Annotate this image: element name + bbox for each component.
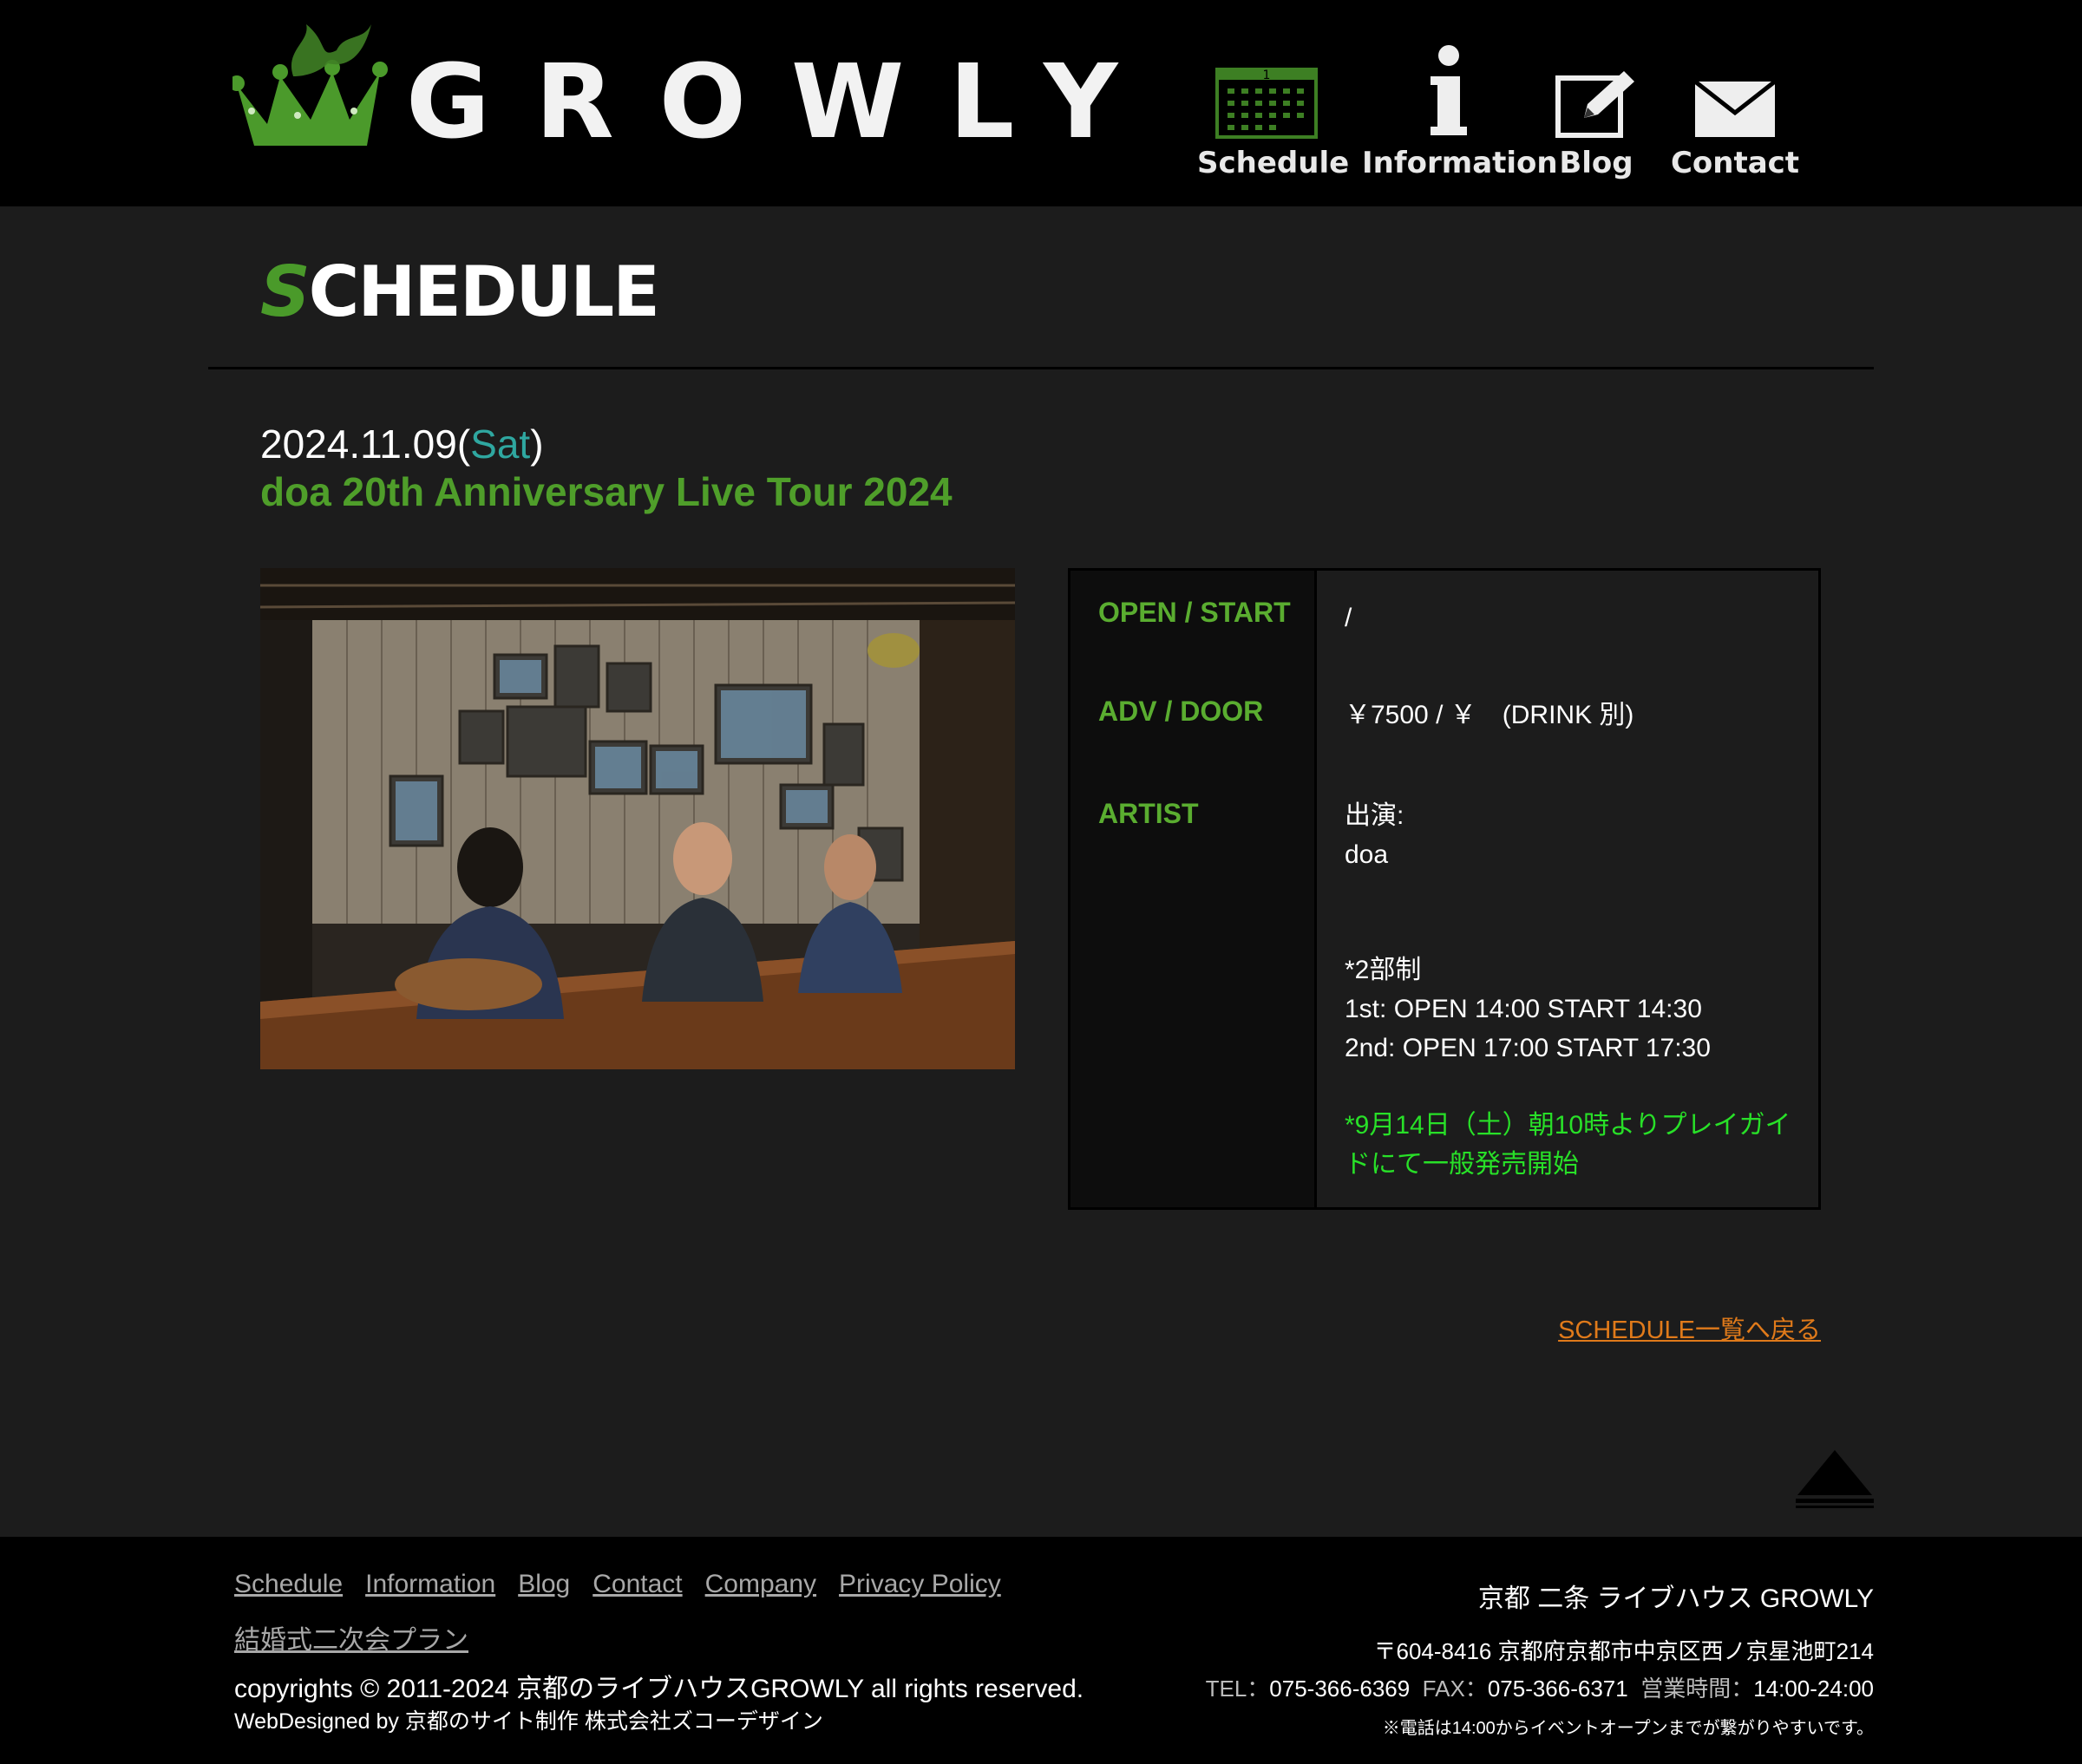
mail-icon: [1670, 35, 1800, 139]
page-title-initial: S: [260, 252, 311, 332]
artist-value: 出演: doa *2部制 1st: OPEN 14:00 START 14:30…: [1317, 768, 1818, 1207]
nav-information-label: Information: [1362, 146, 1558, 180]
ticket-notice-line: *9月14日（土）朝10時よりプレイガイ: [1345, 1111, 1791, 1140]
date-paren-close: ): [530, 421, 544, 467]
page-title: SCHEDULE: [260, 252, 660, 332]
copyright: copyrights © 2011-2024 京都のライブハウスGROWLY a…: [234, 1675, 1084, 1703]
nav-contact-label: Contact: [1670, 146, 1800, 180]
triangle-up-icon: [1796, 1450, 1874, 1508]
pencil-icon: [1544, 35, 1648, 139]
info-row-artist: ARTIST 出演: doa *2部制 1st: OPEN 14:00 STAR…: [1070, 768, 1818, 1207]
site-header: GROWLY 1 Schedule Information Blog Conta…: [0, 0, 2082, 206]
date-paren-open: (: [456, 421, 471, 467]
main-nav: 1 Schedule Information Blog Contact: [1197, 35, 1804, 182]
event-photo: [260, 568, 1015, 1069]
footer-link-privacy[interactable]: Privacy Policy: [839, 1570, 1001, 1598]
nav-contact[interactable]: Contact: [1670, 35, 1800, 180]
tel-label: TEL：: [1205, 1676, 1270, 1702]
schedule-line: 1st: OPEN 14:00 START 14:30: [1345, 995, 1702, 1023]
site-logo[interactable]: GROWLY: [232, 24, 1117, 154]
ticket-notice: *9月14日（土）朝10時よりプレイガイ ドにて一般発売開始: [1345, 1106, 1818, 1184]
footer-nav-secondary: 結婚式二次会プラン: [234, 1618, 468, 1656]
page-top-button[interactable]: [1794, 1447, 1876, 1517]
ticket-notice-line: ドにて一般発売開始: [1345, 1150, 1579, 1179]
footer-link-blog[interactable]: Blog: [518, 1570, 570, 1598]
page-title-rest: CHEDULE: [308, 252, 660, 332]
artist-label: ARTIST: [1070, 768, 1317, 1207]
artist-line: doa: [1345, 840, 1389, 869]
info-row-open-start: OPEN / START /: [1070, 571, 1818, 667]
venue-address: 〒604-8416 京都府京都市中京区西ノ京星池町214: [1373, 1638, 1874, 1664]
footer-nav: Schedule Information Blog Contact Company Pri…: [234, 1570, 1024, 1599]
fax-label: FAX：: [1422, 1676, 1488, 1702]
phone-note: ※電話は14:00からイベントオープンまでが繋がりやすいです。: [1382, 1719, 1874, 1738]
footer-link-wedding-plan[interactable]: 結婚式二次会プラン: [234, 1626, 468, 1655]
nav-information[interactable]: Information: [1362, 35, 1558, 180]
open-start-text: /: [1345, 604, 1352, 632]
hours-label: 営業時間：: [1640, 1676, 1754, 1702]
site-footer: Schedule Information Blog Contact Company Pri…: [0, 1537, 2082, 1764]
open-start-value: /: [1317, 571, 1818, 664]
nav-schedule-label: Schedule: [1197, 146, 1350, 180]
footer-link-company[interactable]: Company: [705, 1570, 816, 1598]
venue-name: 京都 二条 ライブハウス GROWLY: [1477, 1584, 1874, 1613]
nav-blog-label: Blog: [1559, 146, 1634, 180]
nav-blog[interactable]: Blog: [1544, 35, 1648, 180]
info-icon: [1362, 35, 1535, 139]
info-row-adv-door: ADV / DOOR ￥7500 / ￥ (DRINK 別): [1070, 664, 1818, 771]
svg-text:1: 1: [1263, 69, 1271, 82]
adv-door-label: ADV / DOOR: [1070, 664, 1317, 768]
crown-logo-icon: [232, 24, 388, 146]
artist-line: 出演:: [1345, 801, 1404, 830]
event-day-of-week: Sat: [470, 421, 531, 467]
back-to-schedule-link[interactable]: SCHEDULE一覧へ戻る: [1558, 1310, 1821, 1346]
footer-link-schedule[interactable]: Schedule: [234, 1570, 343, 1598]
web-designed-credit: WebDesigned by 京都のサイト制作 株式会社ズコーデザイン: [234, 1709, 823, 1734]
event-date: 2024.11.09(Sat): [260, 421, 544, 467]
adv-door-value: ￥7500 / ￥ (DRINK 別): [1317, 664, 1818, 768]
schedule-line: 2nd: OPEN 17:00 START 17:30: [1345, 1034, 1711, 1062]
footer-link-information[interactable]: Information: [365, 1570, 495, 1598]
fax-number: 075-366-6371: [1487, 1676, 1628, 1702]
business-hours: 14:00-24:00: [1753, 1676, 1874, 1702]
schedule-line: *2部制: [1345, 956, 1422, 984]
tel-number[interactable]: 075-366-6369: [1269, 1676, 1410, 1702]
event-title: doa 20th Anniversary Live Tour 2024: [260, 469, 953, 514]
heading-divider: [208, 367, 1874, 369]
logo-wordmark: GROWLY: [406, 42, 1163, 161]
open-start-label: OPEN / START: [1070, 571, 1317, 664]
calendar-icon: 1: [1197, 35, 1336, 139]
venue-contact: TEL：075-366-6369 FAX：075-366-6371 営業時間：1…: [1206, 1671, 1874, 1703]
nav-schedule[interactable]: 1 Schedule: [1197, 35, 1350, 180]
event-info-table: OPEN / START / ADV / DOOR ￥7500 / ￥ (DRI…: [1068, 568, 1821, 1210]
footer-link-contact[interactable]: Contact: [593, 1570, 682, 1598]
event-date-value: 2024.11.09: [260, 421, 457, 467]
